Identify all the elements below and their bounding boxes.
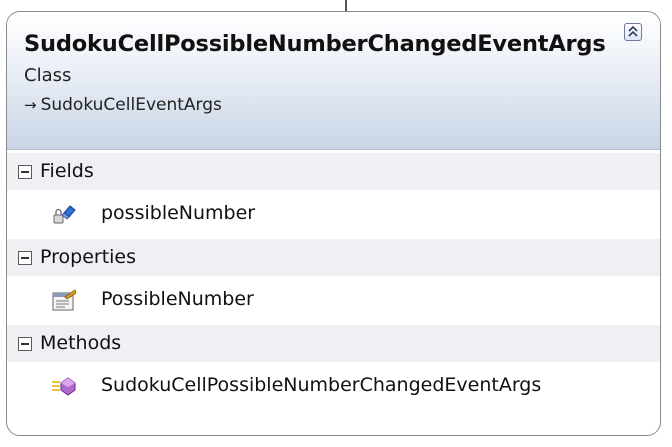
section-title-fields: Fields (40, 160, 94, 182)
double-chevron-up-icon (628, 25, 638, 37)
member-row-method[interactable]: SudokuCellPossibleNumberChangedEventArgs (7, 362, 660, 410)
section-title-methods: Methods (40, 332, 122, 354)
inheritance-arrow-icon: → (24, 96, 37, 114)
class-header: SudokuCellPossibleNumberChangedEventArgs… (7, 12, 660, 150)
private-field-icon (53, 205, 76, 224)
class-stereotype: Class (24, 65, 72, 86)
base-class-name: SudokuCellEventArgs (40, 95, 222, 115)
collapse-minus-icon[interactable] (18, 251, 32, 265)
base-class-row: → SudokuCellEventArgs (24, 95, 222, 115)
member-name: possibleNumber (101, 202, 256, 224)
constructor-method-icon (52, 377, 76, 396)
class-name: SudokuCellPossibleNumberChangedEventArgs (24, 31, 606, 57)
property-icon (52, 289, 77, 311)
section-header-fields[interactable]: Fields (7, 153, 660, 190)
member-row-property[interactable]: PossibleNumber (7, 276, 660, 324)
collapse-shape-button[interactable] (624, 23, 642, 41)
section-header-methods[interactable]: Methods (7, 325, 660, 362)
section-title-properties: Properties (40, 246, 137, 268)
collapse-minus-icon[interactable] (18, 165, 32, 179)
member-row-field[interactable]: possibleNumber (7, 190, 660, 238)
member-name: PossibleNumber (101, 288, 254, 310)
member-name: SudokuCellPossibleNumberChangedEventArgs (101, 374, 542, 396)
class-shape[interactable]: SudokuCellPossibleNumberChangedEventArgs… (6, 11, 661, 436)
collapse-minus-icon[interactable] (18, 337, 32, 351)
section-header-properties[interactable]: Properties (7, 239, 660, 276)
